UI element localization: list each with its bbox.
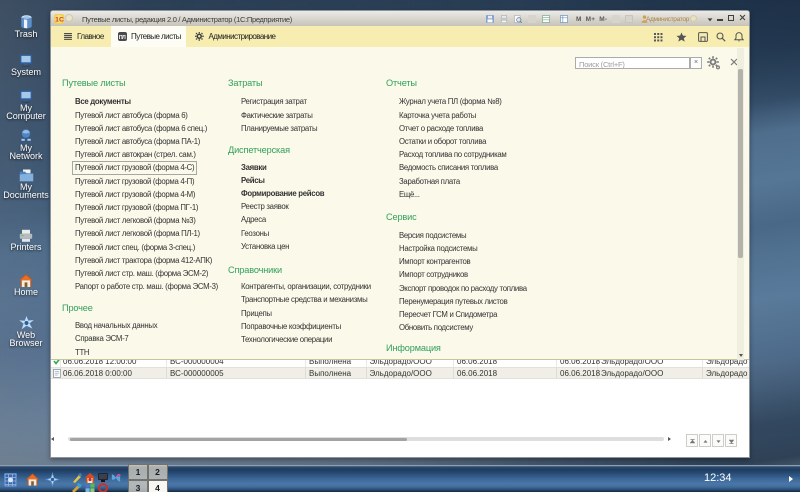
svg-text:ПЛ: ПЛ <box>119 35 126 41</box>
svg-text:1С: 1С <box>55 16 64 23</box>
